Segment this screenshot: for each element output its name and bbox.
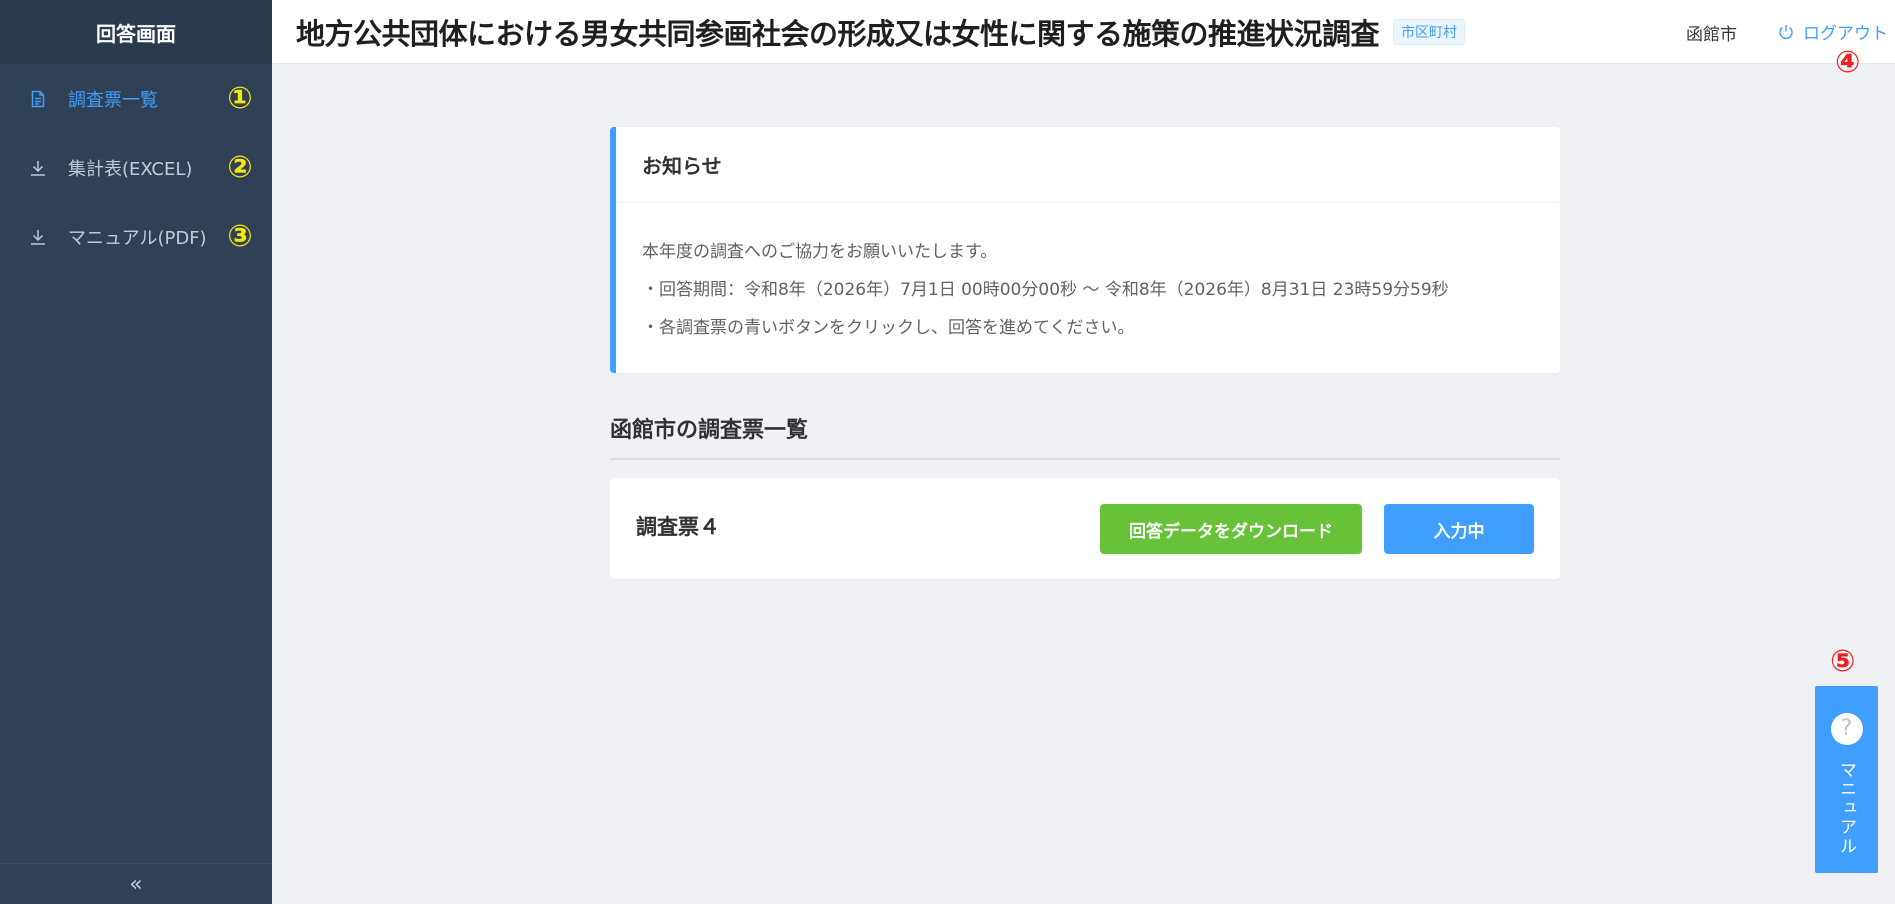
double-chevron-left-icon: «: [129, 871, 143, 897]
survey-list-title: 函館市の調査票一覧: [610, 412, 1560, 460]
survey-card: 調査票４ 回答データをダウンロード 入力中: [610, 478, 1560, 579]
notice-line: ・回答期間：令和8年（2026年）7月1日 00時00分00秒 ～ 令和8年（2…: [642, 280, 1449, 300]
notice-line: 本年度の調査へのご協力をお願いいたします。: [642, 242, 998, 262]
floating-manual-label: マニュアル: [1836, 761, 1856, 856]
marker-2: ②: [227, 149, 253, 185]
floating-manual-button[interactable]: ? マニュアル: [1815, 686, 1878, 873]
category-tag: 市区町村: [1393, 18, 1466, 45]
survey-name: 調査票４: [636, 515, 720, 539]
sidebar-item-manual-pdf[interactable]: マニュアル(PDF) ③: [0, 202, 272, 271]
document-icon: [28, 89, 48, 109]
notice-card: お知らせ 本年度の調査へのご協力をお願いいたします。 ・回答期間：令和8年（20…: [610, 127, 1560, 373]
page-title: 地方公共団体における男女共同参画社会の形成又は女性に関する施策の推進状況調査: [296, 16, 1380, 51]
marker-5: ⑤: [1830, 644, 1856, 679]
sidebar-title: 回答画面: [0, 0, 272, 64]
sidebar-item-label: 調査票一覧: [68, 89, 158, 111]
marker-1: ①: [227, 80, 253, 116]
download-icon: [28, 227, 48, 247]
sidebar-item-survey-list[interactable]: 調査票一覧 ①: [0, 64, 272, 133]
marker-4: ④: [1835, 45, 1861, 80]
power-icon: [1779, 24, 1793, 39]
user-name: 函館市: [1686, 25, 1737, 45]
logout-label: ログアウト: [1803, 24, 1888, 44]
notice-line: ・各調査票の青いボタンをクリックし、回答を進めてください。: [642, 318, 1135, 338]
sidebar: 回答画面 調査票一覧 ① 集計表(EXCEL) ② マニュアル(PDF) ③ «: [0, 0, 272, 904]
download-icon: [28, 158, 48, 178]
sidebar-item-excel[interactable]: 集計表(EXCEL) ②: [0, 133, 272, 202]
collapse-sidebar-button[interactable]: «: [0, 863, 272, 904]
notice-title: お知らせ: [616, 127, 1560, 203]
question-icon: ?: [1830, 713, 1863, 745]
notice-body: 本年度の調査へのご協力をお願いいたします。 ・回答期間：令和8年（2026年）7…: [616, 203, 1560, 353]
input-in-progress-button[interactable]: 入力中: [1384, 504, 1534, 554]
marker-3: ③: [227, 218, 253, 254]
logout-button[interactable]: ログアウト: [1777, 19, 1888, 44]
download-answer-data-button[interactable]: 回答データをダウンロード: [1100, 504, 1362, 554]
sidebar-item-label: マニュアル(PDF): [68, 227, 207, 249]
sidebar-item-label: 集計表(EXCEL): [68, 158, 193, 180]
top-header: 地方公共団体における男女共同参画社会の形成又は女性に関する施策の推進状況調査 市…: [272, 0, 1895, 64]
